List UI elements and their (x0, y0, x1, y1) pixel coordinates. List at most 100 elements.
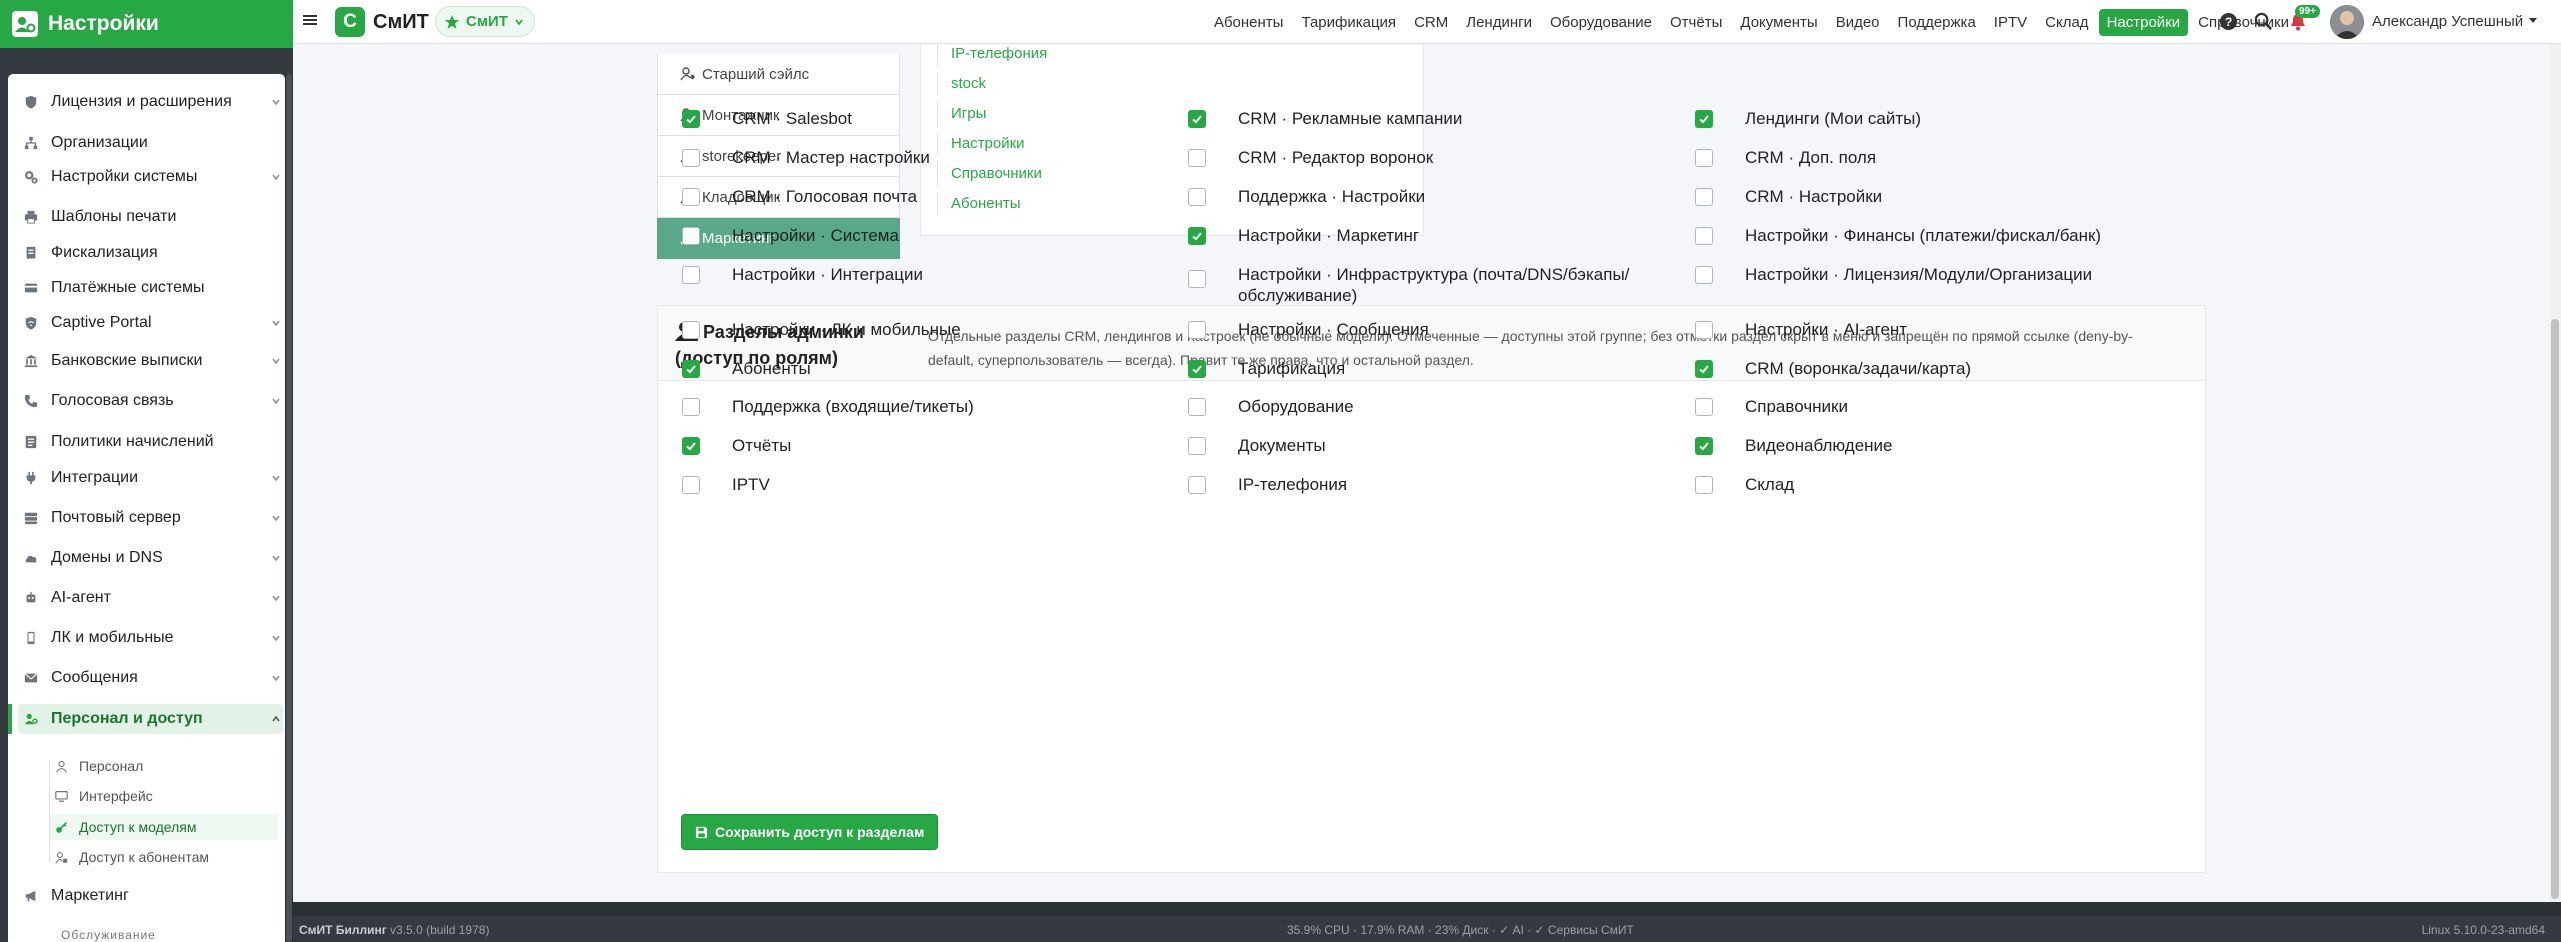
section-access-option[interactable]: Видеонаблюдение (1695, 435, 1893, 456)
section-checkbox[interactable] (1695, 109, 1713, 128)
chevron-up-icon[interactable] (271, 714, 283, 724)
section-access-option[interactable]: Настройки · Система (682, 225, 899, 246)
app-logo[interactable]: С (335, 7, 365, 37)
section-checkbox[interactable] (1188, 187, 1206, 206)
page-scrollbar[interactable] (2549, 44, 2561, 902)
chevron-down-icon[interactable] (271, 513, 283, 523)
section-access-option[interactable]: Оборудование (1188, 396, 1354, 417)
section-checkbox[interactable] (1188, 436, 1206, 455)
permission-link[interactable]: Справочники (951, 165, 1042, 182)
section-checkbox[interactable] (682, 359, 700, 378)
sidebar-item[interactable]: Персонал и доступ (8, 704, 283, 734)
permission-link[interactable]: stock (951, 75, 986, 92)
help-icon[interactable]: ? (2219, 12, 2238, 31)
sidebar-subitem[interactable]: Интерфейс (55, 783, 283, 809)
section-access-option[interactable]: Справочники (1695, 396, 1848, 417)
section-checkbox[interactable] (682, 265, 700, 284)
chevron-down-icon[interactable] (271, 172, 283, 182)
section-checkbox[interactable] (1188, 359, 1206, 378)
section-checkbox[interactable] (1695, 265, 1713, 284)
section-checkbox[interactable] (682, 436, 700, 455)
topnav-link[interactable]: Справочники (2190, 9, 2297, 36)
sidebar-item[interactable]: Платёжные системы (23, 273, 283, 303)
sidebar-item[interactable]: ЛК и мобильные (23, 623, 283, 653)
topnav-link[interactable]: Абоненты (1206, 9, 1292, 36)
sidebar-item[interactable]: Голосовая связь (23, 386, 283, 416)
search-icon[interactable] (2254, 12, 2273, 31)
section-checkbox[interactable] (682, 475, 700, 494)
section-access-option[interactable]: Настройки · Финансы (платежи/фискал/банк… (1695, 225, 2101, 246)
app-switcher[interactable]: СмИТ (435, 6, 535, 37)
section-checkbox[interactable] (682, 148, 700, 167)
section-access-option[interactable]: Настройки · Маркетинг (1188, 225, 1419, 246)
chevron-down-icon[interactable] (271, 318, 283, 328)
section-checkbox[interactable] (1695, 475, 1713, 494)
chevron-down-icon[interactable] (271, 473, 283, 483)
section-checkbox[interactable] (1695, 359, 1713, 378)
sidebar-item[interactable]: Сообщения (23, 663, 283, 693)
section-checkbox[interactable] (1695, 148, 1713, 167)
section-access-option[interactable]: Настройки · AI-агент (1695, 319, 1907, 340)
section-access-option[interactable]: CRM · Голосовая почта (682, 186, 917, 207)
sidebar-item[interactable]: Настройки системы (23, 162, 283, 192)
section-checkbox[interactable] (1695, 436, 1713, 455)
section-checkbox[interactable] (1188, 475, 1206, 494)
section-access-option[interactable]: Настройки · Интеграции (682, 264, 923, 285)
user-name[interactable]: Александр Успешный (2372, 13, 2523, 30)
section-checkbox[interactable] (1695, 320, 1713, 339)
section-access-option[interactable]: CRM · Настройки (1695, 186, 1882, 207)
chevron-down-icon[interactable] (271, 396, 283, 406)
sidebar-item[interactable]: Домены и DNS (23, 543, 283, 573)
permission-link[interactable]: Настройки (951, 135, 1025, 152)
section-access-option[interactable]: Настройки · Сообщения (1188, 319, 1429, 340)
section-checkbox[interactable] (1695, 397, 1713, 416)
topnav-link[interactable]: IPTV (1986, 9, 2035, 36)
topnav-link[interactable]: CRM (1406, 9, 1456, 36)
sidebar-item[interactable]: Фискализация (23, 238, 283, 268)
role-item[interactable]: Старший сэйлс (657, 54, 900, 95)
caret-down-icon[interactable] (2528, 15, 2538, 25)
permission-link[interactable]: Игры (951, 105, 986, 122)
topnav-link[interactable]: Отчёты (1662, 9, 1730, 36)
sidebar-item[interactable]: Лицензия и расширения (23, 87, 283, 117)
section-access-option[interactable]: Лендинги (Мои сайты) (1695, 108, 1921, 129)
sidebar-item[interactable]: Политики начислений (23, 427, 283, 457)
section-access-option[interactable]: CRM (воронка/задачи/карта) (1695, 358, 1971, 379)
chevron-down-icon[interactable] (271, 356, 283, 366)
section-checkbox[interactable] (1188, 270, 1206, 288)
sidebar-item-marketing[interactable]: Маркетинг (23, 881, 283, 911)
chevron-down-icon[interactable] (271, 97, 283, 107)
section-access-option[interactable]: Настройки · Инфраструктура (почта/DNS/бэ… (1188, 264, 1668, 306)
chevron-down-icon[interactable] (271, 633, 283, 643)
topnav-link[interactable]: Склад (2037, 9, 2096, 36)
section-access-option[interactable]: CRM · Мастер настройки (682, 147, 930, 168)
section-checkbox[interactable] (682, 187, 700, 206)
permission-link[interactable]: IP-телефония (951, 45, 1047, 62)
sidebar-item[interactable]: Интеграции (23, 463, 283, 493)
sidebar-scrollbar[interactable] (285, 74, 293, 942)
avatar[interactable] (2330, 5, 2364, 39)
permission-link[interactable]: Абоненты (951, 195, 1021, 212)
section-access-option[interactable]: IPTV (682, 474, 770, 495)
section-checkbox[interactable] (682, 109, 700, 128)
section-checkbox[interactable] (1188, 226, 1206, 245)
section-access-option[interactable]: Документы (1188, 435, 1326, 456)
section-checkbox[interactable] (682, 320, 700, 339)
sidebar-subitem[interactable]: Доступ к моделям (50, 814, 278, 840)
chevron-down-icon[interactable] (271, 593, 283, 603)
chevron-down-icon[interactable] (271, 553, 283, 563)
app-name[interactable]: СмИТ (373, 11, 429, 34)
section-access-option[interactable]: Настройки · Лицензия/Модули/Организации (1695, 264, 2092, 285)
section-checkbox[interactable] (682, 226, 700, 245)
sidebar-subitem[interactable]: Персонал (55, 753, 283, 779)
section-access-option[interactable]: CRM · Рекламные кампании (1188, 108, 1462, 129)
section-checkbox[interactable] (1188, 397, 1206, 416)
topnav-link[interactable]: Лендинги (1458, 9, 1540, 36)
section-checkbox[interactable] (1188, 109, 1206, 128)
section-access-option[interactable]: CRM · Доп. поля (1695, 147, 1876, 168)
section-access-option[interactable]: CRM · Редактор воронок (1188, 147, 1433, 168)
section-checkbox[interactable] (1188, 320, 1206, 339)
topnav-link[interactable]: Оборудование (1542, 9, 1660, 36)
section-checkbox[interactable] (682, 397, 700, 416)
section-access-option[interactable]: Абоненты (682, 358, 811, 379)
